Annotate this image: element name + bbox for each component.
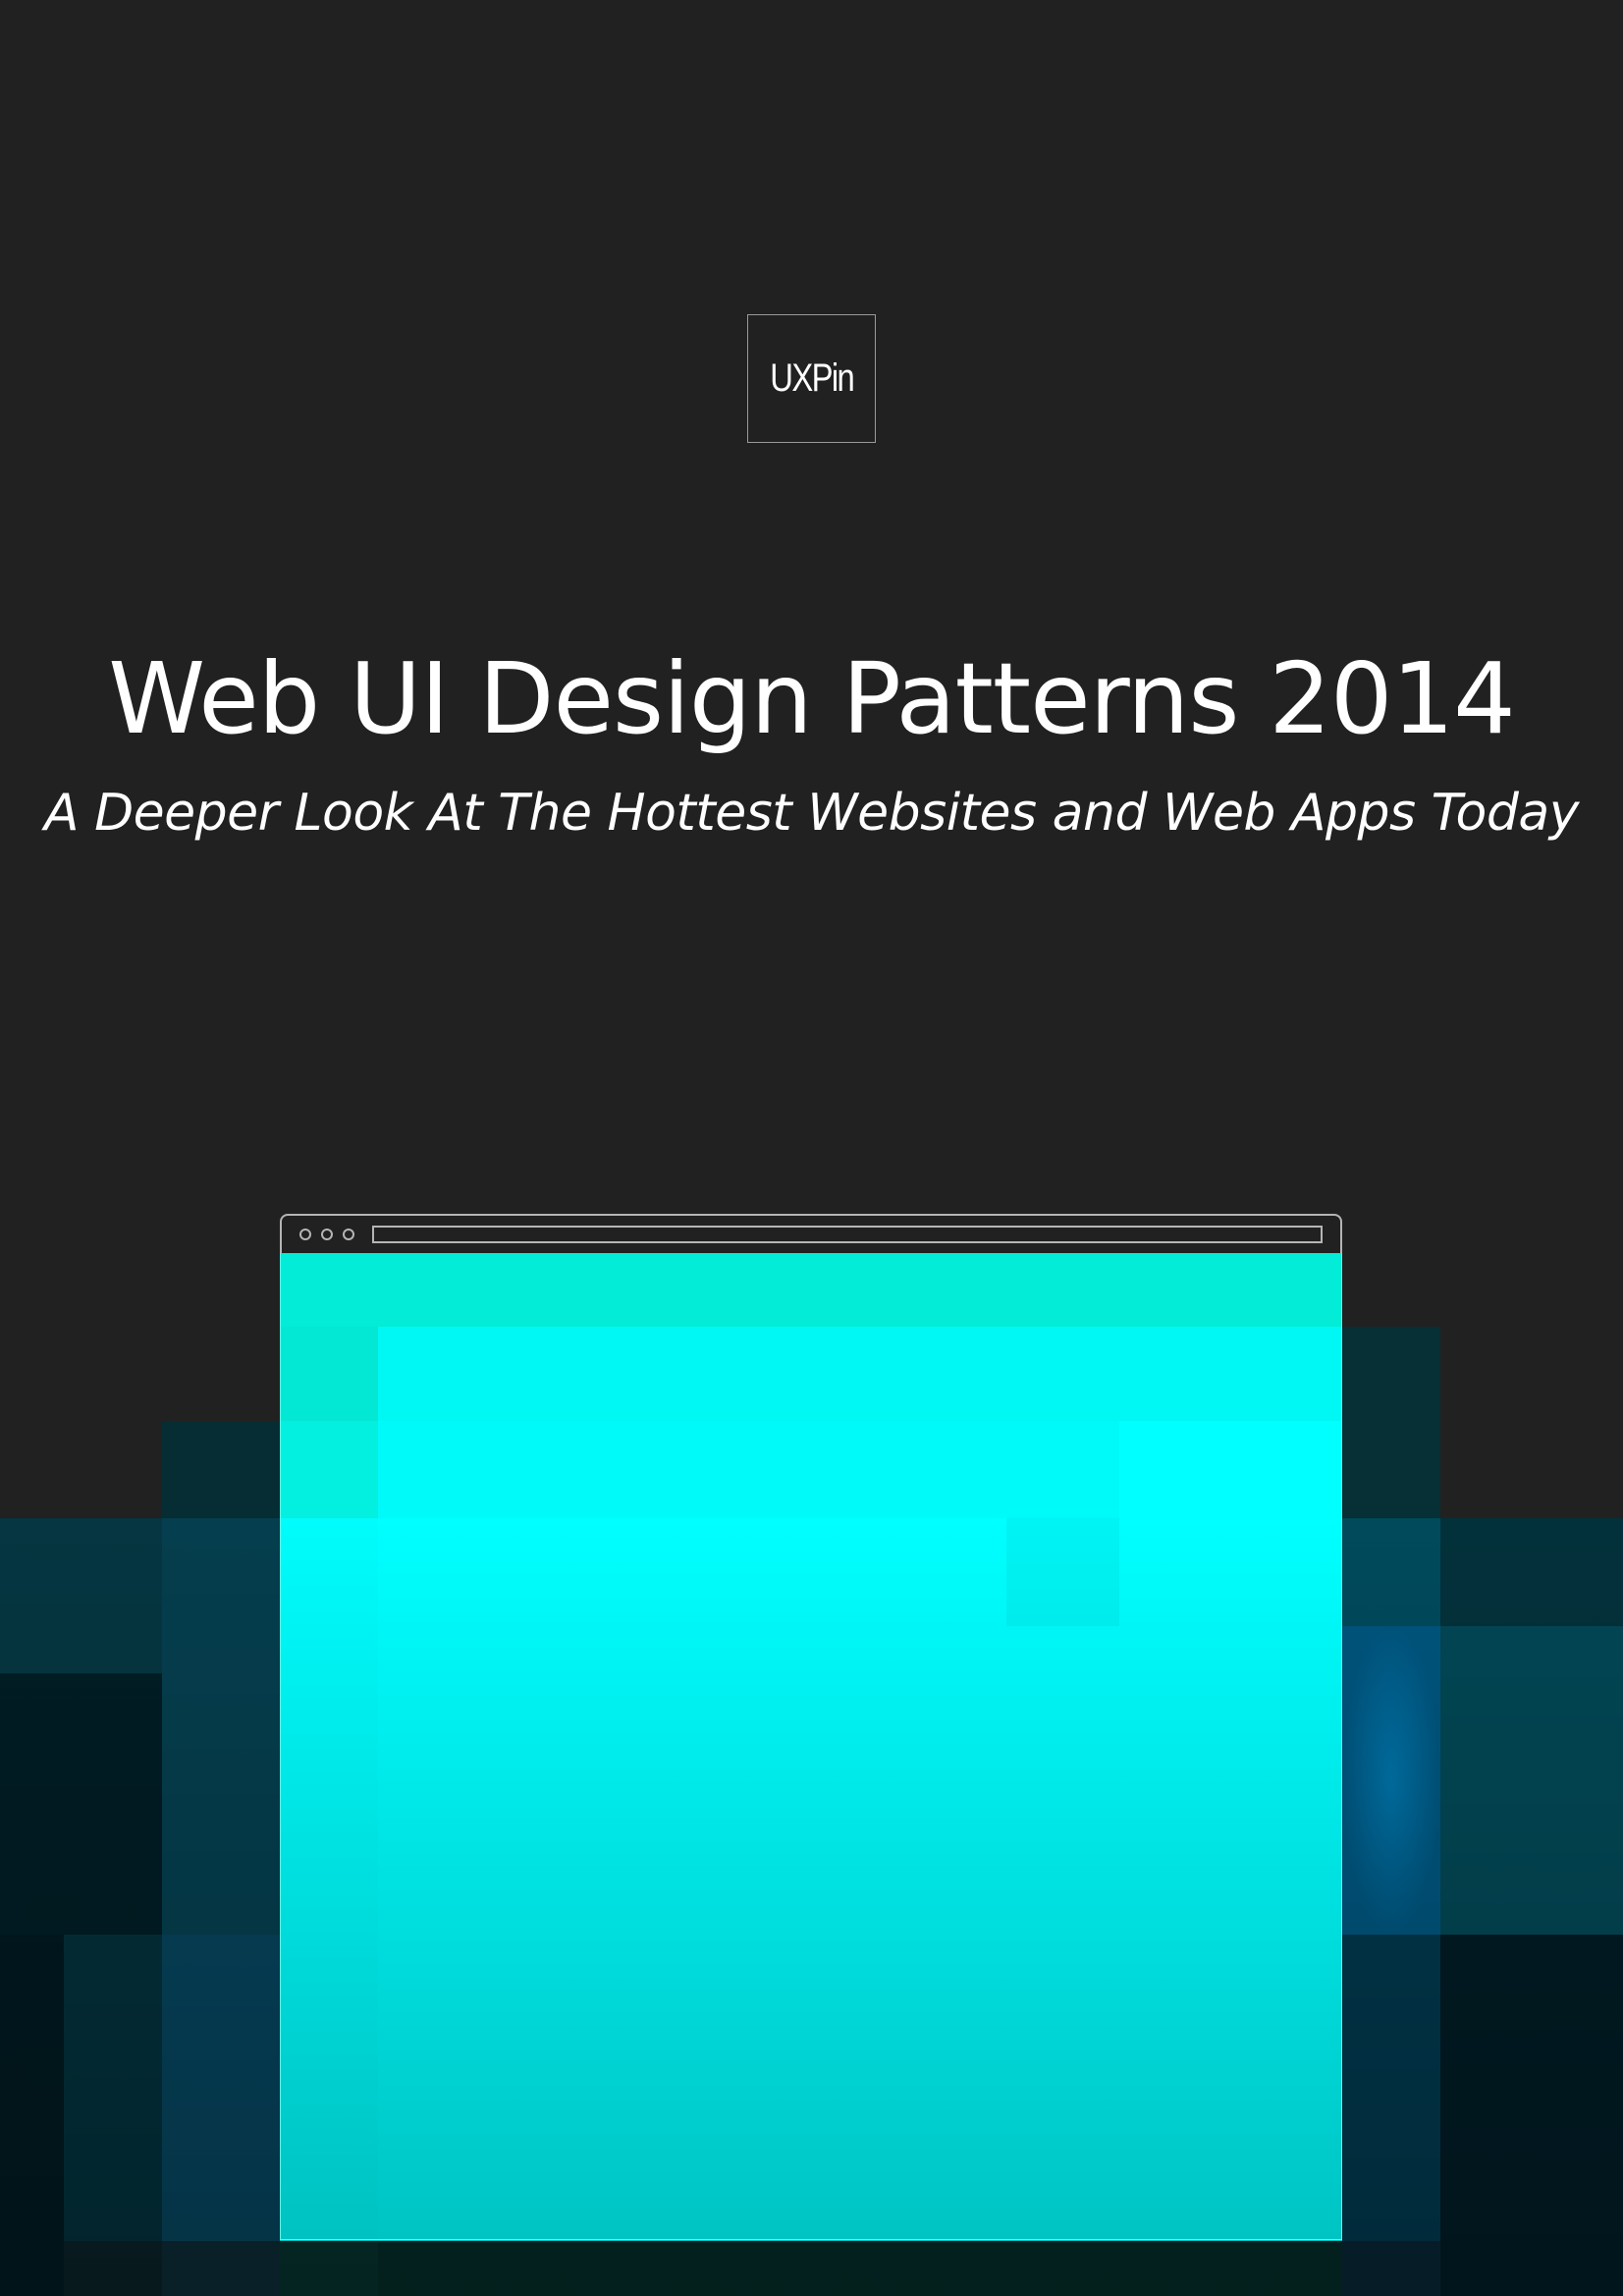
mosaic-tile [1342, 1327, 1440, 1518]
page-title: Web UI Design Patterns 2014 [108, 641, 1515, 756]
mosaic-tile [162, 1421, 280, 1518]
window-dot-icon [299, 1229, 311, 1240]
page-subtitle: A Deeper Look At The Hottest Websites an… [44, 784, 1579, 843]
screen-tile [378, 1421, 1119, 1518]
screen-header-band [280, 1253, 1342, 1327]
mosaic-shade [0, 1518, 1623, 2296]
window-dot-icon [343, 1229, 354, 1240]
screen-tile [378, 1327, 1342, 1421]
logo-text: UXPin [770, 356, 854, 400]
browser-window-icon [280, 1214, 1342, 1253]
cover-page: UXPin Web UI Design Patterns 2014 A Deep… [0, 0, 1623, 2296]
uxpin-logo: UXPin [747, 314, 876, 443]
window-dot-icon [321, 1229, 333, 1240]
screen-tile [280, 1421, 378, 1518]
screen-tile [280, 1327, 378, 1421]
address-bar [372, 1226, 1323, 1243]
